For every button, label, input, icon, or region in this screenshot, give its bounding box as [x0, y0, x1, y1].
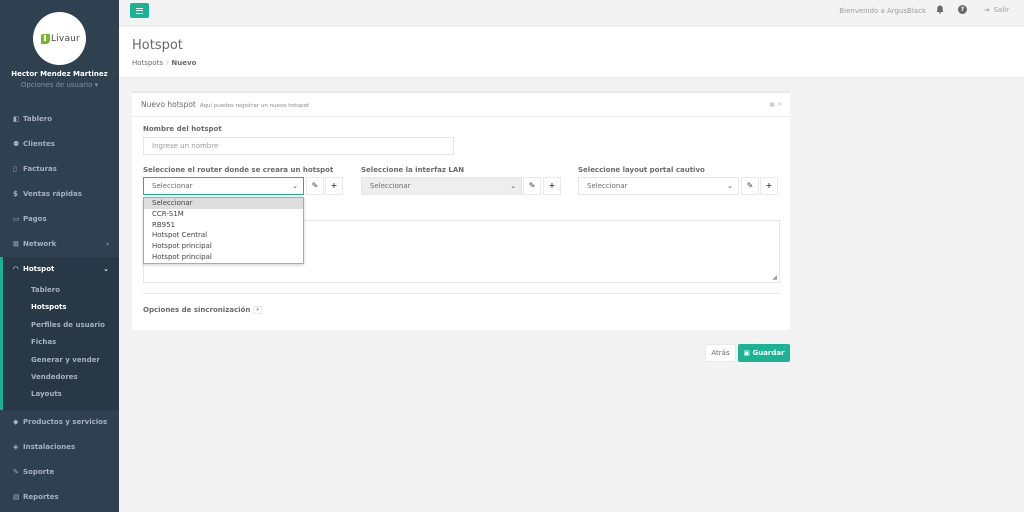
dropdown-option[interactable]: RB951 [144, 220, 303, 231]
panel-tools: ▣ ✕ [769, 101, 782, 108]
panel-subtitle: Aqui puedes registrar un nuevo hotspot [199, 103, 310, 109]
sign-out-icon: ⇥ [983, 6, 990, 14]
edit-icon: ✎ [528, 181, 536, 190]
wifi-icon: ◠ [13, 265, 19, 273]
dropdown-option[interactable]: CCR-S1M [144, 209, 303, 220]
panel-header: Nuevo hotspot Aqui puedes registrar un nu… [132, 93, 790, 117]
sidebar-item-reportes[interactable]: ▤ Reportes [0, 485, 119, 510]
sidebar-item-hotspot[interactable]: ◠ Hotspot ⌄ [0, 257, 119, 282]
back-button[interactable]: Atrás [705, 344, 736, 362]
sidebar-item-instalaciones[interactable]: ◈ Instalaciones [0, 435, 119, 460]
resize-handle-icon[interactable]: ◢ [772, 274, 777, 281]
sidebar-item-tablero[interactable]: ◧ Tablero [0, 107, 119, 132]
wrench-icon: ✎ [13, 467, 19, 476]
bell-icon[interactable] [936, 5, 944, 14]
users-icon: ⚉ [13, 140, 20, 148]
close-icon[interactable]: ✕ [777, 101, 782, 108]
plus-icon: + [765, 181, 773, 190]
dashboard-icon: ◧ [13, 115, 20, 123]
profile-section: Livaur Hector Mendez Martinez Opciones d… [0, 0, 119, 103]
submenu-item-fichas[interactable]: Fichas [3, 334, 119, 351]
sync-options-toggle[interactable]: Opciones de sincronización ▾ [143, 306, 262, 314]
edit-icon: ✎ [746, 181, 754, 190]
chevron-down-icon: ⌄ [103, 265, 109, 273]
dropdown-option[interactable]: Hotspot principal [144, 241, 303, 252]
breadcrumb: Hotspots / Nuevo [132, 59, 196, 67]
layout-select[interactable]: Seleccionar ⌄ [578, 177, 739, 195]
chevron-down-icon: ⌄ [292, 182, 298, 190]
edit-icon: ✎ [311, 181, 319, 190]
nav-menu: ◧ Tablero ⚉ Clientes ▯ Facturas $ Ventas ráp… [0, 107, 119, 510]
submenu-item-perfiles[interactable]: Perfiles de usuario [3, 317, 119, 334]
submenu-item-tablero[interactable]: Tablero [3, 282, 119, 299]
book-icon: ▤ [13, 492, 20, 501]
welcome-text: Bienvenido a ArgusBlack [839, 7, 926, 15]
submenu-item-vendedores[interactable]: Vendedores [3, 369, 119, 386]
layout-add-button[interactable]: + [760, 177, 778, 195]
logo-text: Livaur [51, 34, 80, 44]
sidebar-item-pagos[interactable]: ▭ Pagos [0, 207, 119, 232]
submenu-item-hotspots[interactable]: Hotspots [3, 299, 119, 316]
dropdown-option[interactable]: Seleccionar [144, 198, 303, 209]
breadcrumb-hotspots[interactable]: Hotspots [132, 59, 163, 67]
caret-down-icon: ▾ [253, 306, 262, 314]
save-button[interactable]: ▣ Guardar [738, 344, 790, 362]
hotspot-submenu: Tablero Hotspots Perfiles de usuario Fic… [0, 282, 119, 410]
sidebar-item-clientes[interactable]: ⚉ Clientes [0, 132, 119, 157]
submenu-item-generar[interactable]: Generar y vender [3, 352, 119, 369]
topbar: Bienvenido a ArgusBlack ? ⇥ Salir [119, 0, 1024, 26]
router-select[interactable]: Seleccionar ⌄ [143, 177, 304, 195]
router-add-button[interactable]: + [325, 177, 343, 195]
layout-label: Seleccione layout portal cautivo [578, 166, 705, 174]
breadcrumb-current: Nuevo [171, 59, 197, 67]
layout-edit-button[interactable]: ✎ [741, 177, 759, 195]
sidebar-item-soporte[interactable]: ✎ Soporte [0, 460, 119, 485]
chevron-left-icon: ‹ [106, 240, 109, 248]
hotspot-name-label: Nombre del hotspot [143, 125, 222, 133]
hotspot-name-input[interactable]: Ingrese un nombre [143, 137, 454, 155]
lan-edit-button[interactable]: ✎ [523, 177, 541, 195]
router-label: Seleccione el router donde se creara un … [143, 166, 334, 174]
help-icon[interactable]: ? [958, 5, 967, 14]
router-dropdown-list: Seleccionar CCR-S1M RB951 Hotspot Centra… [143, 197, 304, 264]
panel-title: Nuevo hotspot Aqui puedes registrar un nu… [141, 100, 310, 109]
user-options-menu[interactable]: Opciones de usuario ▾ [0, 81, 119, 89]
router-edit-button[interactable]: ✎ [306, 177, 324, 195]
caret-down-icon: ▾ [94, 81, 99, 89]
dropdown-option[interactable]: Hotspot principal [144, 252, 303, 263]
file-icon: ▯ [13, 165, 17, 173]
dropdown-option[interactable]: Hotspot Central [144, 230, 303, 241]
sitemap-icon: ⊞ [13, 240, 19, 248]
dollar-icon: $ [13, 190, 18, 198]
divider [143, 293, 780, 294]
page-title: Hotspot [132, 38, 183, 53]
save-icon[interactable]: ▣ [769, 101, 775, 108]
breadcrumb-separator: / [166, 59, 169, 67]
chevron-down-icon: ⌄ [727, 182, 733, 190]
money-icon: ▭ [13, 215, 20, 223]
logo-mark-icon [41, 34, 50, 44]
save-icon: ▣ [743, 349, 751, 357]
sidebar-item-ventas-rapidas[interactable]: $ Ventas rápidas [0, 182, 119, 207]
logout-link[interactable]: ⇥ Salir [984, 6, 1009, 14]
tag-icon: ◆ [13, 417, 19, 426]
page-heading: Hotspot Hotspots / Nuevo [119, 27, 1024, 78]
plus-icon: + [548, 181, 556, 190]
diamond-icon: ◈ [13, 442, 19, 451]
chevron-down-icon: ⌄ [510, 182, 516, 190]
lan-select[interactable]: Seleccionar ⌄ [361, 177, 522, 195]
lan-label: Seleccione la interfaz LAN [361, 166, 465, 174]
submenu-item-layouts[interactable]: Layouts [3, 386, 119, 403]
lan-add-button[interactable]: + [543, 177, 561, 195]
sidebar: Livaur Hector Mendez Martinez Opciones d… [0, 0, 119, 512]
menu-toggle-button[interactable] [130, 3, 149, 18]
sidebar-item-facturas[interactable]: ▯ Facturas [0, 157, 119, 182]
user-name: Hector Mendez Martinez [11, 70, 108, 78]
logo: Livaur [33, 12, 86, 65]
sidebar-item-network[interactable]: ⊞ Network ‹ [0, 232, 119, 257]
sidebar-item-productos[interactable]: ◆ Productos y servicios [0, 410, 119, 435]
plus-icon: + [330, 181, 338, 190]
